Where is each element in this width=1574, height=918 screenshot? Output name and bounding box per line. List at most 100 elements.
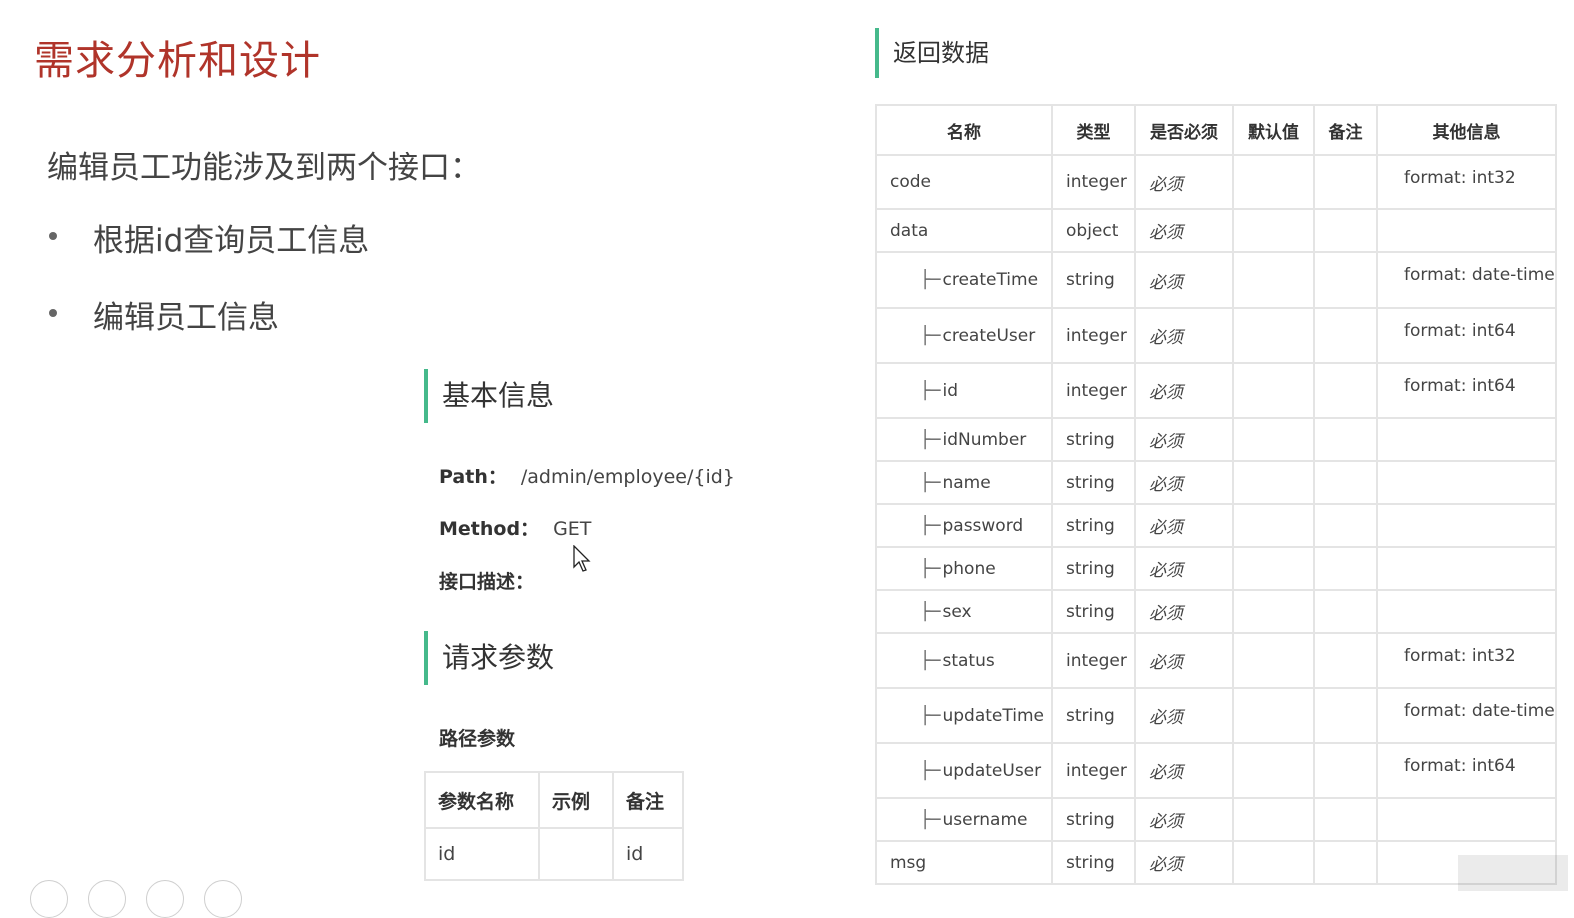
required-cell: 必须 — [1134, 503, 1234, 548]
other-info-cell — [1376, 460, 1557, 505]
field-type-cell: integer — [1051, 742, 1136, 799]
field-type-cell: string — [1051, 589, 1136, 634]
note-cell — [1313, 417, 1378, 462]
required-cell: 必须 — [1134, 362, 1234, 419]
required-cell: 必须 — [1134, 840, 1234, 885]
field-type-cell: string — [1051, 460, 1136, 505]
other-info-cell: format: int64 — [1376, 362, 1557, 419]
watermark-logo — [1458, 855, 1568, 891]
tree-branch-icon: ├─ — [920, 601, 941, 622]
default-cell — [1232, 742, 1315, 799]
field-type-cell: string — [1051, 687, 1136, 744]
field-type-cell: string — [1051, 251, 1136, 309]
method-value: GET — [553, 518, 592, 540]
table-cell — [538, 827, 614, 881]
path-row: Path： /admin/employee/{id} — [439, 462, 735, 489]
path-params-table: 参数名称 示例 备注 id id — [424, 771, 684, 881]
table-row: ├─ sex string 必须 — [875, 589, 1557, 634]
default-cell — [1232, 154, 1315, 210]
field-type-cell: string — [1051, 546, 1136, 591]
field-name-cell: ├─ name — [875, 460, 1053, 505]
default-cell — [1232, 546, 1315, 591]
field-type-cell: integer — [1051, 632, 1136, 689]
field-name: id — [942, 380, 958, 401]
note-cell — [1313, 797, 1378, 842]
slide-nav — [30, 880, 270, 918]
tree-branch-icon: ├─ — [920, 472, 941, 493]
table-row: msg string 必须 — [875, 840, 1557, 885]
nav-circle-button[interactable] — [88, 880, 126, 918]
desc-row: 接口描述： — [439, 567, 534, 594]
table-row: ├─ idNumber string 必须 — [875, 417, 1557, 462]
other-info-cell — [1376, 546, 1557, 591]
table-row: code integer 必须 format: int32 — [875, 154, 1557, 210]
field-type-cell: string — [1051, 797, 1136, 842]
field-type-cell: integer — [1051, 154, 1136, 210]
required-cell: 必须 — [1134, 632, 1234, 689]
table-row: ├─ createTime string 必须 format: date-time — [875, 251, 1557, 309]
field-name: createUser — [942, 325, 1036, 346]
tree-branch-icon: ├─ — [920, 650, 941, 671]
field-name: password — [942, 515, 1024, 536]
slide-title: 需求分析和设计 — [34, 38, 321, 84]
default-cell — [1232, 797, 1315, 842]
required-cell: 必须 — [1134, 417, 1234, 462]
column-header: 备注 — [612, 771, 684, 829]
other-info-cell: format: int32 — [1376, 154, 1557, 210]
required-cell: 必须 — [1134, 460, 1234, 505]
note-cell — [1313, 742, 1378, 799]
bullet-text: 根据id查询员工信息 — [93, 223, 370, 259]
table-row: data object 必须 — [875, 208, 1557, 253]
table-row: ├─ status integer 必须 format: int32 — [875, 632, 1557, 689]
note-cell — [1313, 251, 1378, 309]
field-name: updateTime — [942, 705, 1044, 726]
default-cell — [1232, 632, 1315, 689]
default-cell — [1232, 362, 1315, 419]
nav-circle-button[interactable] — [30, 880, 68, 918]
nav-circle-button[interactable] — [146, 880, 184, 918]
tree-branch-icon: ├─ — [920, 325, 941, 346]
default-cell — [1232, 687, 1315, 744]
note-cell — [1313, 154, 1378, 210]
default-cell — [1232, 840, 1315, 885]
field-type-cell: string — [1051, 840, 1136, 885]
bullet-dot-icon — [49, 309, 57, 317]
default-cell — [1232, 460, 1315, 505]
table-cell: id — [424, 827, 540, 881]
return-data-table: 名称 类型 是否必须 默认值 备注 其他信息 code integer 必须 form… — [875, 104, 1557, 885]
field-name-cell: ├─ phone — [875, 546, 1053, 591]
required-cell: 必须 — [1134, 208, 1234, 253]
bullet-text: 编辑员工信息 — [93, 300, 279, 336]
default-cell — [1232, 208, 1315, 253]
table-header-row: 参数名称 示例 备注 — [424, 771, 684, 829]
table-row: ├─ password string 必须 — [875, 503, 1557, 548]
field-name: status — [942, 650, 995, 671]
field-name: msg — [890, 852, 927, 873]
field-name-cell: ├─ sex — [875, 589, 1053, 634]
other-info-cell — [1376, 208, 1557, 253]
table-row: ├─ updateUser integer 必须 format: int64 — [875, 742, 1557, 799]
table-cell: id — [612, 827, 684, 881]
tree-branch-icon: ├─ — [920, 760, 941, 781]
nav-circle-button[interactable] — [204, 880, 242, 918]
other-info-cell — [1376, 797, 1557, 842]
field-type-cell: object — [1051, 208, 1136, 253]
tree-branch-icon: ├─ — [920, 380, 941, 401]
field-name: code — [890, 172, 931, 192]
field-name: phone — [942, 558, 996, 579]
field-name-cell: ├─ updateTime — [875, 687, 1053, 744]
bullet-dot-icon — [49, 232, 57, 240]
other-info-cell — [1376, 417, 1557, 462]
field-name: updateUser — [942, 760, 1042, 781]
required-cell: 必须 — [1134, 546, 1234, 591]
field-name: name — [942, 472, 991, 493]
note-cell — [1313, 362, 1378, 419]
field-name-cell: ├─ id — [875, 362, 1053, 419]
table-row: id id — [424, 827, 684, 881]
other-info-cell: format: int64 — [1376, 742, 1557, 799]
note-cell — [1313, 632, 1378, 689]
field-name: idNumber — [942, 429, 1027, 450]
field-name: sex — [942, 601, 972, 622]
field-name-cell: msg — [875, 840, 1053, 885]
tree-branch-icon: ├─ — [920, 558, 941, 579]
